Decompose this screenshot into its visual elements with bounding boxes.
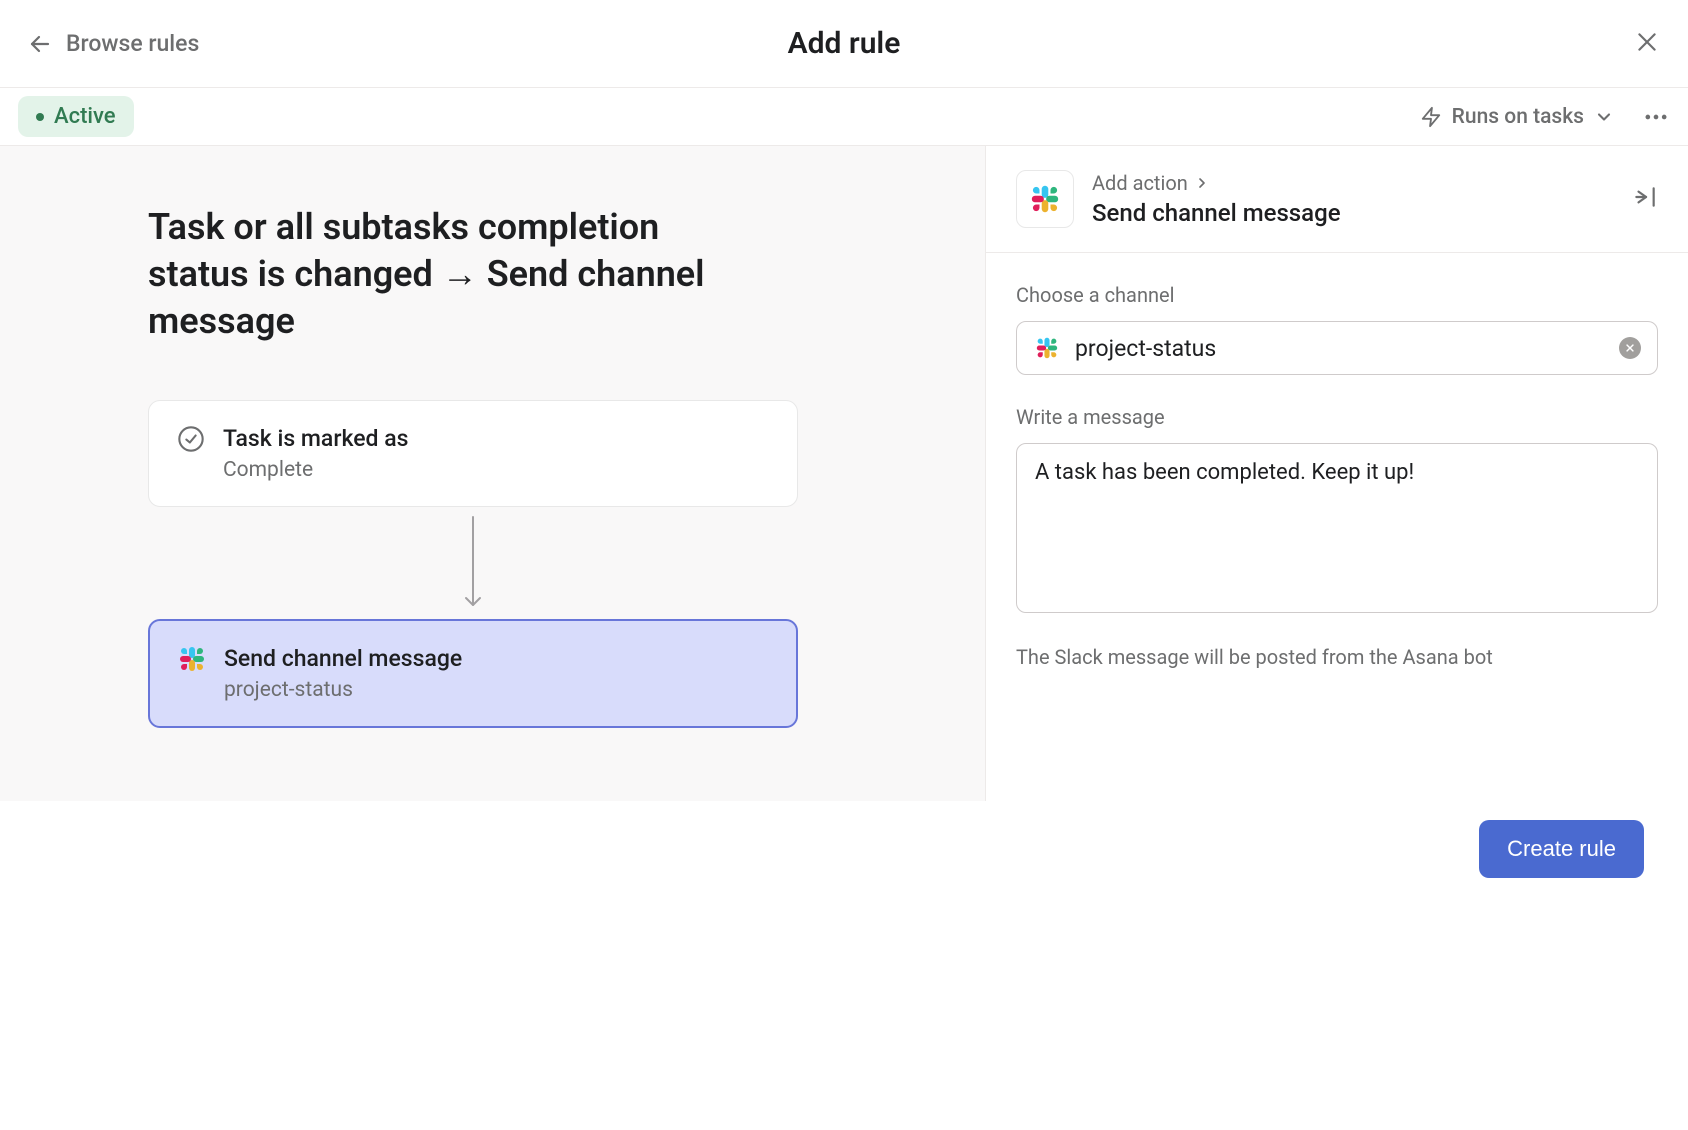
lightning-icon [1420,106,1442,128]
chevron-right-icon [1194,175,1210,191]
action-card-title: Send channel message [224,645,768,672]
status-badge[interactable]: Active [18,96,134,137]
action-config-panel: Add action Send channel message Choose a… [986,146,1688,801]
x-icon [1625,343,1635,353]
runs-on-label: Runs on tasks [1452,105,1584,129]
action-card[interactable]: Send channel message project-status [148,619,798,728]
status-label: Active [54,104,116,129]
action-card-subtitle: project-status [224,678,768,702]
arrow-down-icon [461,513,485,613]
chevron-down-icon [1594,107,1614,127]
close-icon [1634,29,1660,55]
breadcrumb-label: Add action [1092,171,1188,195]
close-button[interactable] [1634,29,1660,59]
create-rule-button[interactable]: Create rule [1479,820,1644,878]
channel-value: project-status [1075,335,1605,362]
collapse-panel-button[interactable] [1632,184,1658,214]
slack-icon [1016,170,1074,228]
page-title: Add rule [788,26,901,61]
main-content: Task or all subtasks completion status i… [0,146,1688,801]
more-horizontal-icon [1642,103,1670,131]
check-circle-icon [177,425,205,453]
trigger-card-subtitle: Complete [223,458,769,482]
slack-icon [1033,334,1061,362]
collapse-right-icon [1632,184,1658,210]
header-bar: Browse rules Add rule [0,0,1688,88]
helper-text: The Slack message will be posted from th… [1016,645,1658,669]
trigger-card-title: Task is marked as [223,425,769,452]
trigger-card[interactable]: Task is marked as Complete [148,400,798,507]
slack-icon [178,645,206,673]
message-field-label: Write a message [1016,405,1658,429]
more-menu-button[interactable] [1642,103,1670,131]
panel-breadcrumb[interactable]: Add action [1092,171,1614,195]
browse-rules-button[interactable]: Browse rules [28,30,199,57]
channel-field-label: Choose a channel [1016,283,1658,307]
status-dot-icon [36,113,44,121]
flow-canvas: Task or all subtasks completion status i… [0,146,986,801]
rule-summary-title: Task or all subtasks completion status i… [148,204,758,344]
message-textarea[interactable] [1016,443,1658,613]
channel-input[interactable]: project-status [1016,321,1658,375]
panel-title: Send channel message [1092,199,1614,227]
panel-body: Choose a channel project-status Write a … [986,253,1688,801]
arrow-left-icon [28,32,52,56]
browse-rules-label: Browse rules [66,30,199,57]
runs-on-dropdown[interactable]: Runs on tasks [1420,105,1614,129]
footer: Create rule [0,801,1688,897]
clear-channel-button[interactable] [1619,337,1641,359]
toolbar: Active Runs on tasks [0,88,1688,146]
flow-connector [148,507,798,619]
panel-header: Add action Send channel message [986,146,1688,253]
